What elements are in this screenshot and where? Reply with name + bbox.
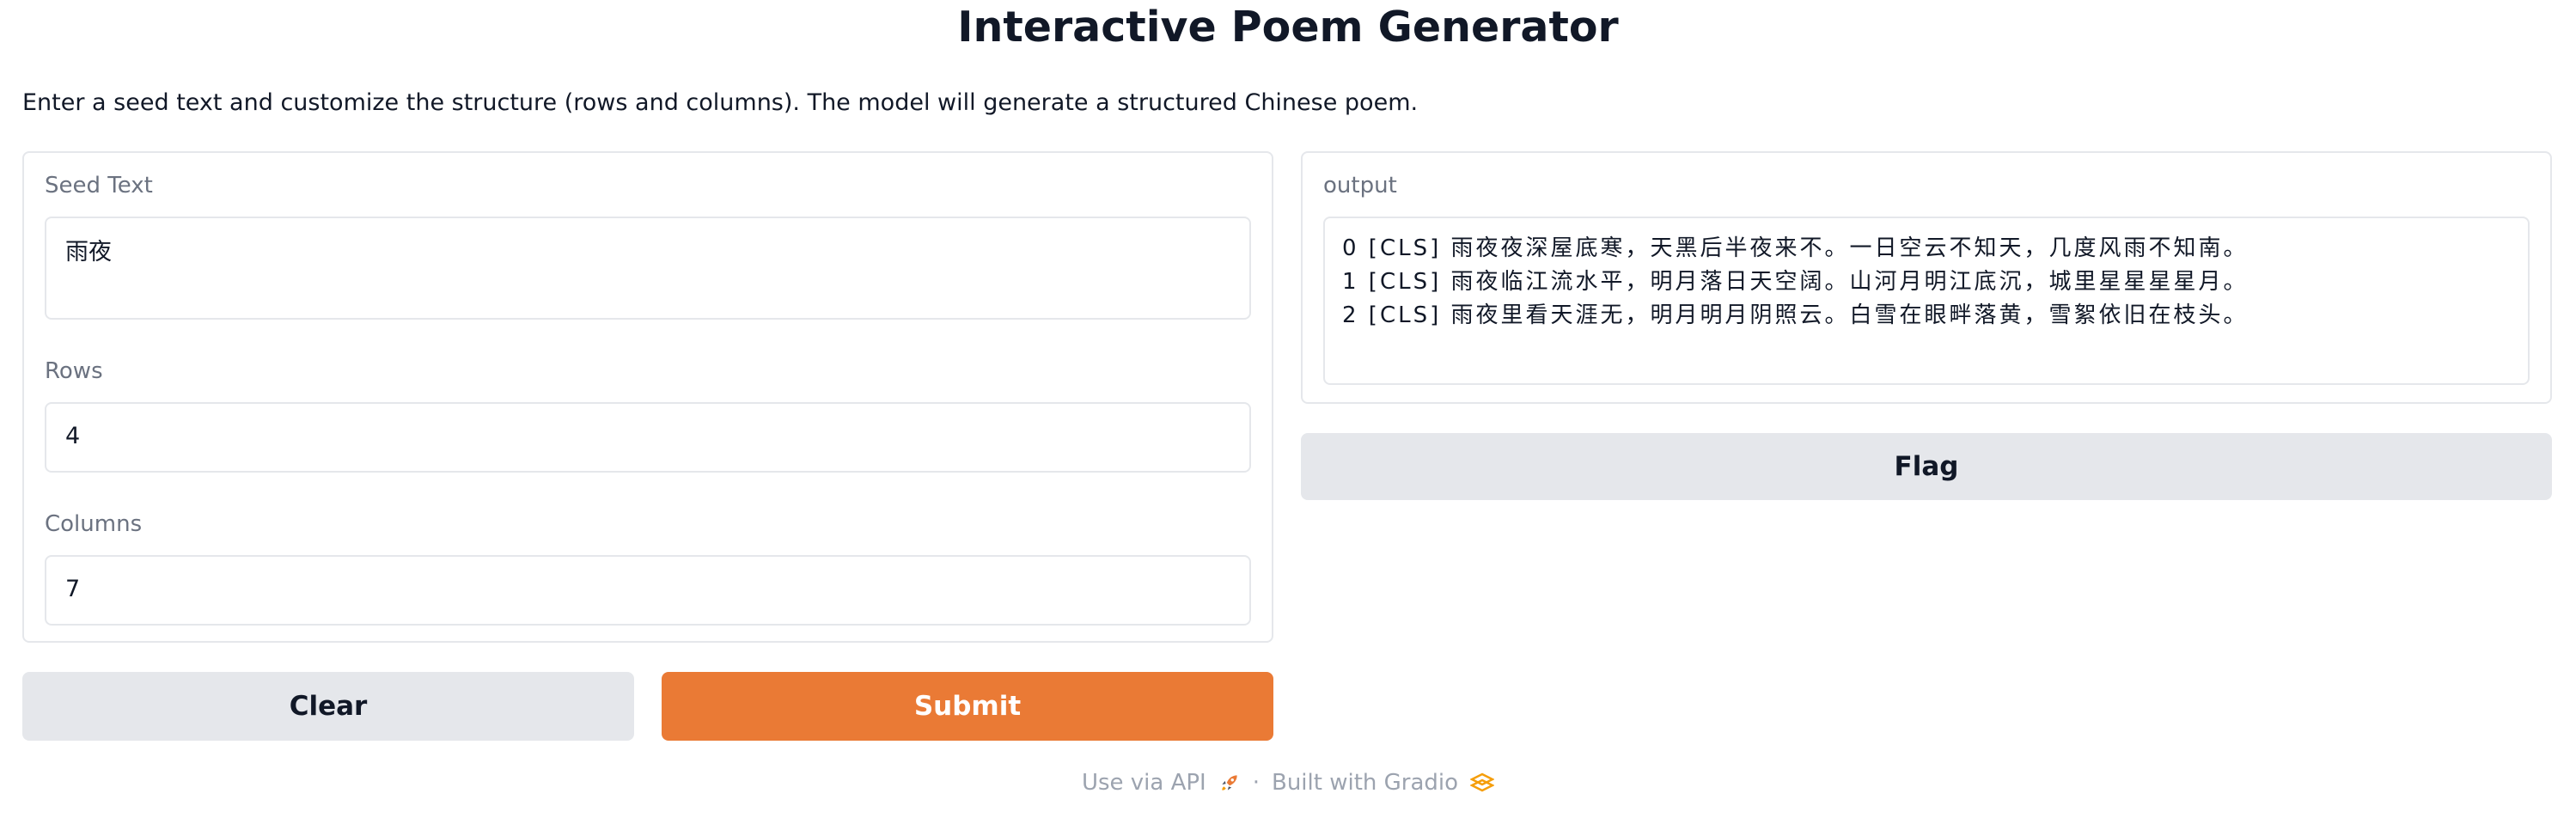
output-label: output [1323,173,1397,198]
footer: Use via API · Built with Gradio [0,770,2576,796]
page-description: Enter a seed text and customize the stru… [22,89,1419,116]
columns-label: Columns [45,511,143,537]
api-link[interactable]: Use via API [1082,770,1206,796]
submit-button[interactable]: Submit [662,672,1273,741]
page-title: Interactive Poem Generator [957,3,1619,52]
columns-input[interactable]: 7 [45,555,1251,626]
rocket-icon [1218,772,1241,794]
seed-text-input[interactable]: 雨夜 [45,217,1251,320]
flag-button[interactable]: Flag [1301,433,2552,500]
built-with-gradio-link[interactable]: Built with Gradio [1272,770,1458,796]
rows-label: Rows [45,358,103,384]
rows-input[interactable]: 4 [45,402,1251,473]
seed-text-label: Seed Text [45,173,153,198]
footer-separator: · [1252,770,1260,796]
gradio-logo-icon [1470,772,1495,794]
clear-button[interactable]: Clear [22,672,634,741]
output-textbox[interactable]: 0 [CLS] 雨夜夜深屋底寒，天黑后半夜来不。一日空云不知天，几度风雨不知南。… [1323,217,2530,385]
